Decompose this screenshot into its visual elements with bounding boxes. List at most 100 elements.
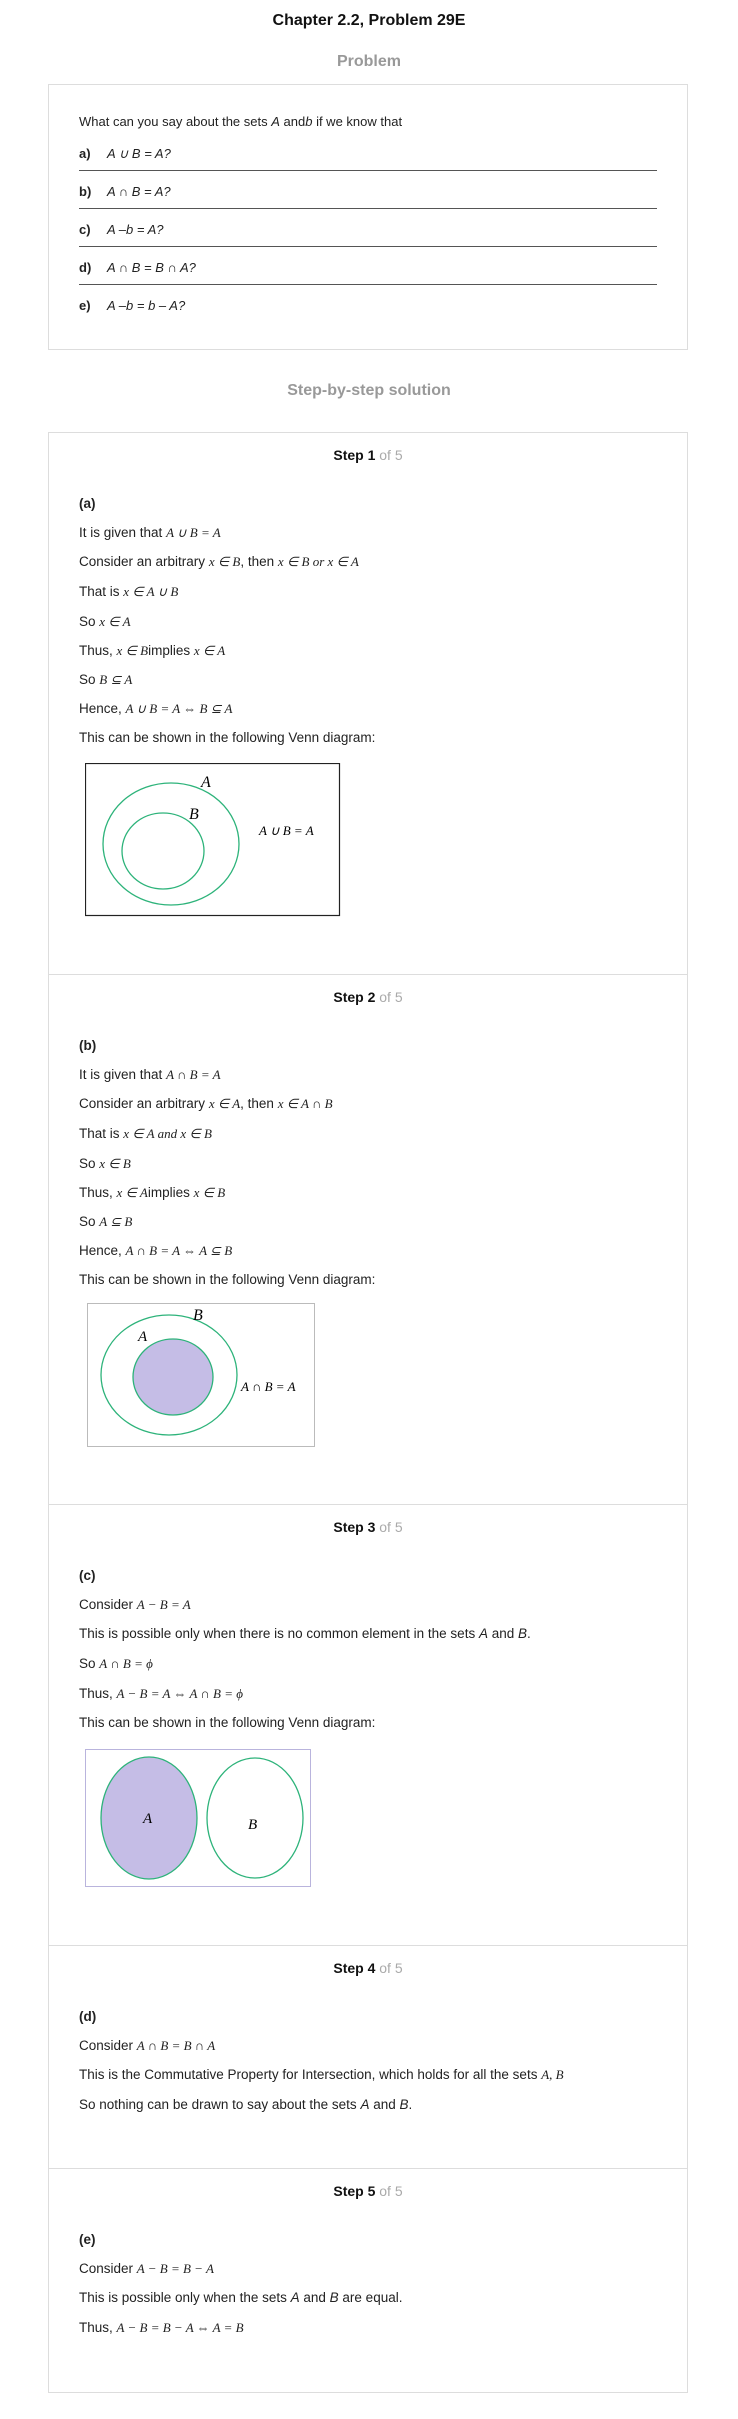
line-text: Consider [79,2261,134,2276]
math-expr: A − B = B − A ⇔ A = B [116,2320,244,2335]
question-text: A ∩ B = B ∩ A? [107,260,196,275]
solution-line: This can be shown in the following Venn … [79,1715,376,1730]
solution-line: This can be shown in the following Venn … [79,1272,376,1287]
line-text: So [79,614,96,629]
math-expr: A ⊆ B [99,1214,133,1229]
step-3-panel: Step 3 of 5 (c) Consider A − B = A This … [48,1504,688,1946]
math-expr: x ∈ A [193,643,226,658]
step-number: Step 5 [333,2183,376,2199]
set-a-circle [132,1338,214,1416]
line-text: Hence, [79,1243,122,1258]
solution-line: Consider an arbitrary x ∈ B, then x ∈ B … [79,554,359,570]
solution-line: It is given that A ∩ B = A [79,1067,221,1083]
solution-line: So x ∈ B [79,1156,131,1172]
math-expr: A ∪ B = A ⇔ B ⊆ A [125,701,233,716]
question-item: d) A ∩ B = B ∩ A? [79,247,657,285]
label-a: A [142,1811,153,1827]
part-label: (b) [79,1038,97,1053]
line-text: Consider an arbitrary [79,1096,206,1111]
solution-line: It is given that A ∪ B = A [79,525,221,541]
line-text: It is given that [79,525,163,540]
solution-line: Consider A ∩ B = B ∩ A [79,2038,215,2054]
line-text: This is possible only when the sets [79,2290,291,2305]
part-label: (c) [79,1568,96,1583]
question-text: A ∪ B = A? [107,146,171,161]
solution-line: So nothing can be drawn to say about the… [79,2097,412,2112]
math-expr: A ∩ B = A ⇔ A ⊆ B [125,1243,233,1258]
line-text: . [408,2097,413,2112]
set-b: B [518,1626,528,1641]
math-expr: x ∈ A [99,614,131,629]
solution-line: Hence, A ∪ B = A ⇔ B ⊆ A [79,701,233,717]
math-expr: x ∈ A ∪ B [123,584,179,599]
question-label: a) [79,146,91,161]
question-text: A ∩ B = A? [107,184,171,199]
part-label: (d) [79,2009,97,2024]
question-label: e) [79,298,91,313]
label-a: A [137,1329,148,1345]
question-item: a) A ∪ B = A? [79,133,657,171]
venn-equation: A ∪ B = A [258,823,314,838]
solution-line: Consider A − B = B − A [79,2261,214,2277]
line-text: Thus, [79,643,113,658]
math-expr: x ∈ B or x ∈ A [277,554,359,569]
line-text: Thus, [79,2320,113,2335]
set-b: B [329,2290,339,2305]
step-5-panel: Step 5 of 5 (e) Consider A − B = B − A T… [48,2168,688,2393]
question-text: A –b = b – A? [107,298,186,313]
solution-line: Consider A − B = A [79,1597,191,1613]
math-expr: A ∩ B = ϕ [99,1656,153,1671]
step-count: of 5 [375,447,403,463]
step-4-panel: Step 4 of 5 (d) Consider A ∩ B = B ∩ A T… [48,1945,688,2169]
intro-end: if we know that [312,114,403,129]
step-count: of 5 [375,2183,403,2199]
solution-line: So A ∩ B = ϕ [79,1656,153,1672]
step-1-panel: Step 1 of 5 (a) It is given that A ∪ B =… [48,432,688,975]
intro-text: What can you say about the sets [79,114,272,129]
set-a: A [271,114,280,129]
solution-line: That is x ∈ A and x ∈ B [79,1126,212,1142]
question-item: e) A –b = b – A? [79,285,657,323]
set-a: A [478,1626,488,1641]
math-expr: A ∩ B = B ∩ A [136,2038,216,2053]
solution-line: This is possible only when there is no c… [79,1626,531,1641]
math-expr: x ∈ A ∩ B [277,1096,333,1111]
line-text: So [79,1214,96,1229]
line-text: and [369,2097,400,2112]
solution-line: So x ∈ A [79,614,131,630]
label-a: A [200,774,211,791]
line-text: Hence, [79,701,122,716]
problem-heading: Problem [336,53,401,70]
line-text: are equal. [338,2290,403,2305]
label-b: B [248,1817,257,1833]
solution-line: Hence, A ∩ B = A ⇔ A ⊆ B [79,1243,232,1259]
venn-equation: A ∩ B = A [240,1379,296,1394]
set-b: B [399,2097,409,2112]
math-expr: B ⊆ A [99,672,133,687]
line-text: So [79,672,96,687]
venn-diagram-a: A B A ∪ B = A [85,763,341,917]
line-text: Thus, [79,1185,113,1200]
math-expr: A − B = B − A [136,2261,214,2276]
solution-line: Thus, x ∈ Aimplies x ∈ B [79,1185,225,1201]
step-number: Step 3 [333,1519,376,1535]
line-text: So nothing can be drawn to say about the… [79,2097,361,2112]
solution-line: This can be shown in the following Venn … [79,730,376,745]
step-count: of 5 [375,1960,403,1976]
line-text: and [299,2290,330,2305]
question-label: b) [79,184,92,199]
step-header: Step 2 of 5 [49,989,687,1005]
question-item: c) A –b = A? [79,209,657,247]
math-expr: A ∪ B = A [166,525,221,540]
math-expr: x ∈ B [193,1185,226,1200]
solution-line: That is x ∈ A ∪ B [79,584,178,600]
line-text: , then [240,1096,274,1111]
line-text: Consider [79,2038,134,2053]
question-item: b) A ∩ B = A? [79,171,657,209]
solution-line: Consider an arbitrary x ∈ A, then x ∈ A … [79,1096,333,1112]
step-number: Step 2 [333,989,376,1005]
math-expr: x ∈ B [99,1156,131,1171]
line-text: This is possible only when there is no c… [79,1626,479,1641]
line-text: That is [79,584,120,599]
math-expr: x ∈ A and x ∈ B [123,1126,212,1141]
